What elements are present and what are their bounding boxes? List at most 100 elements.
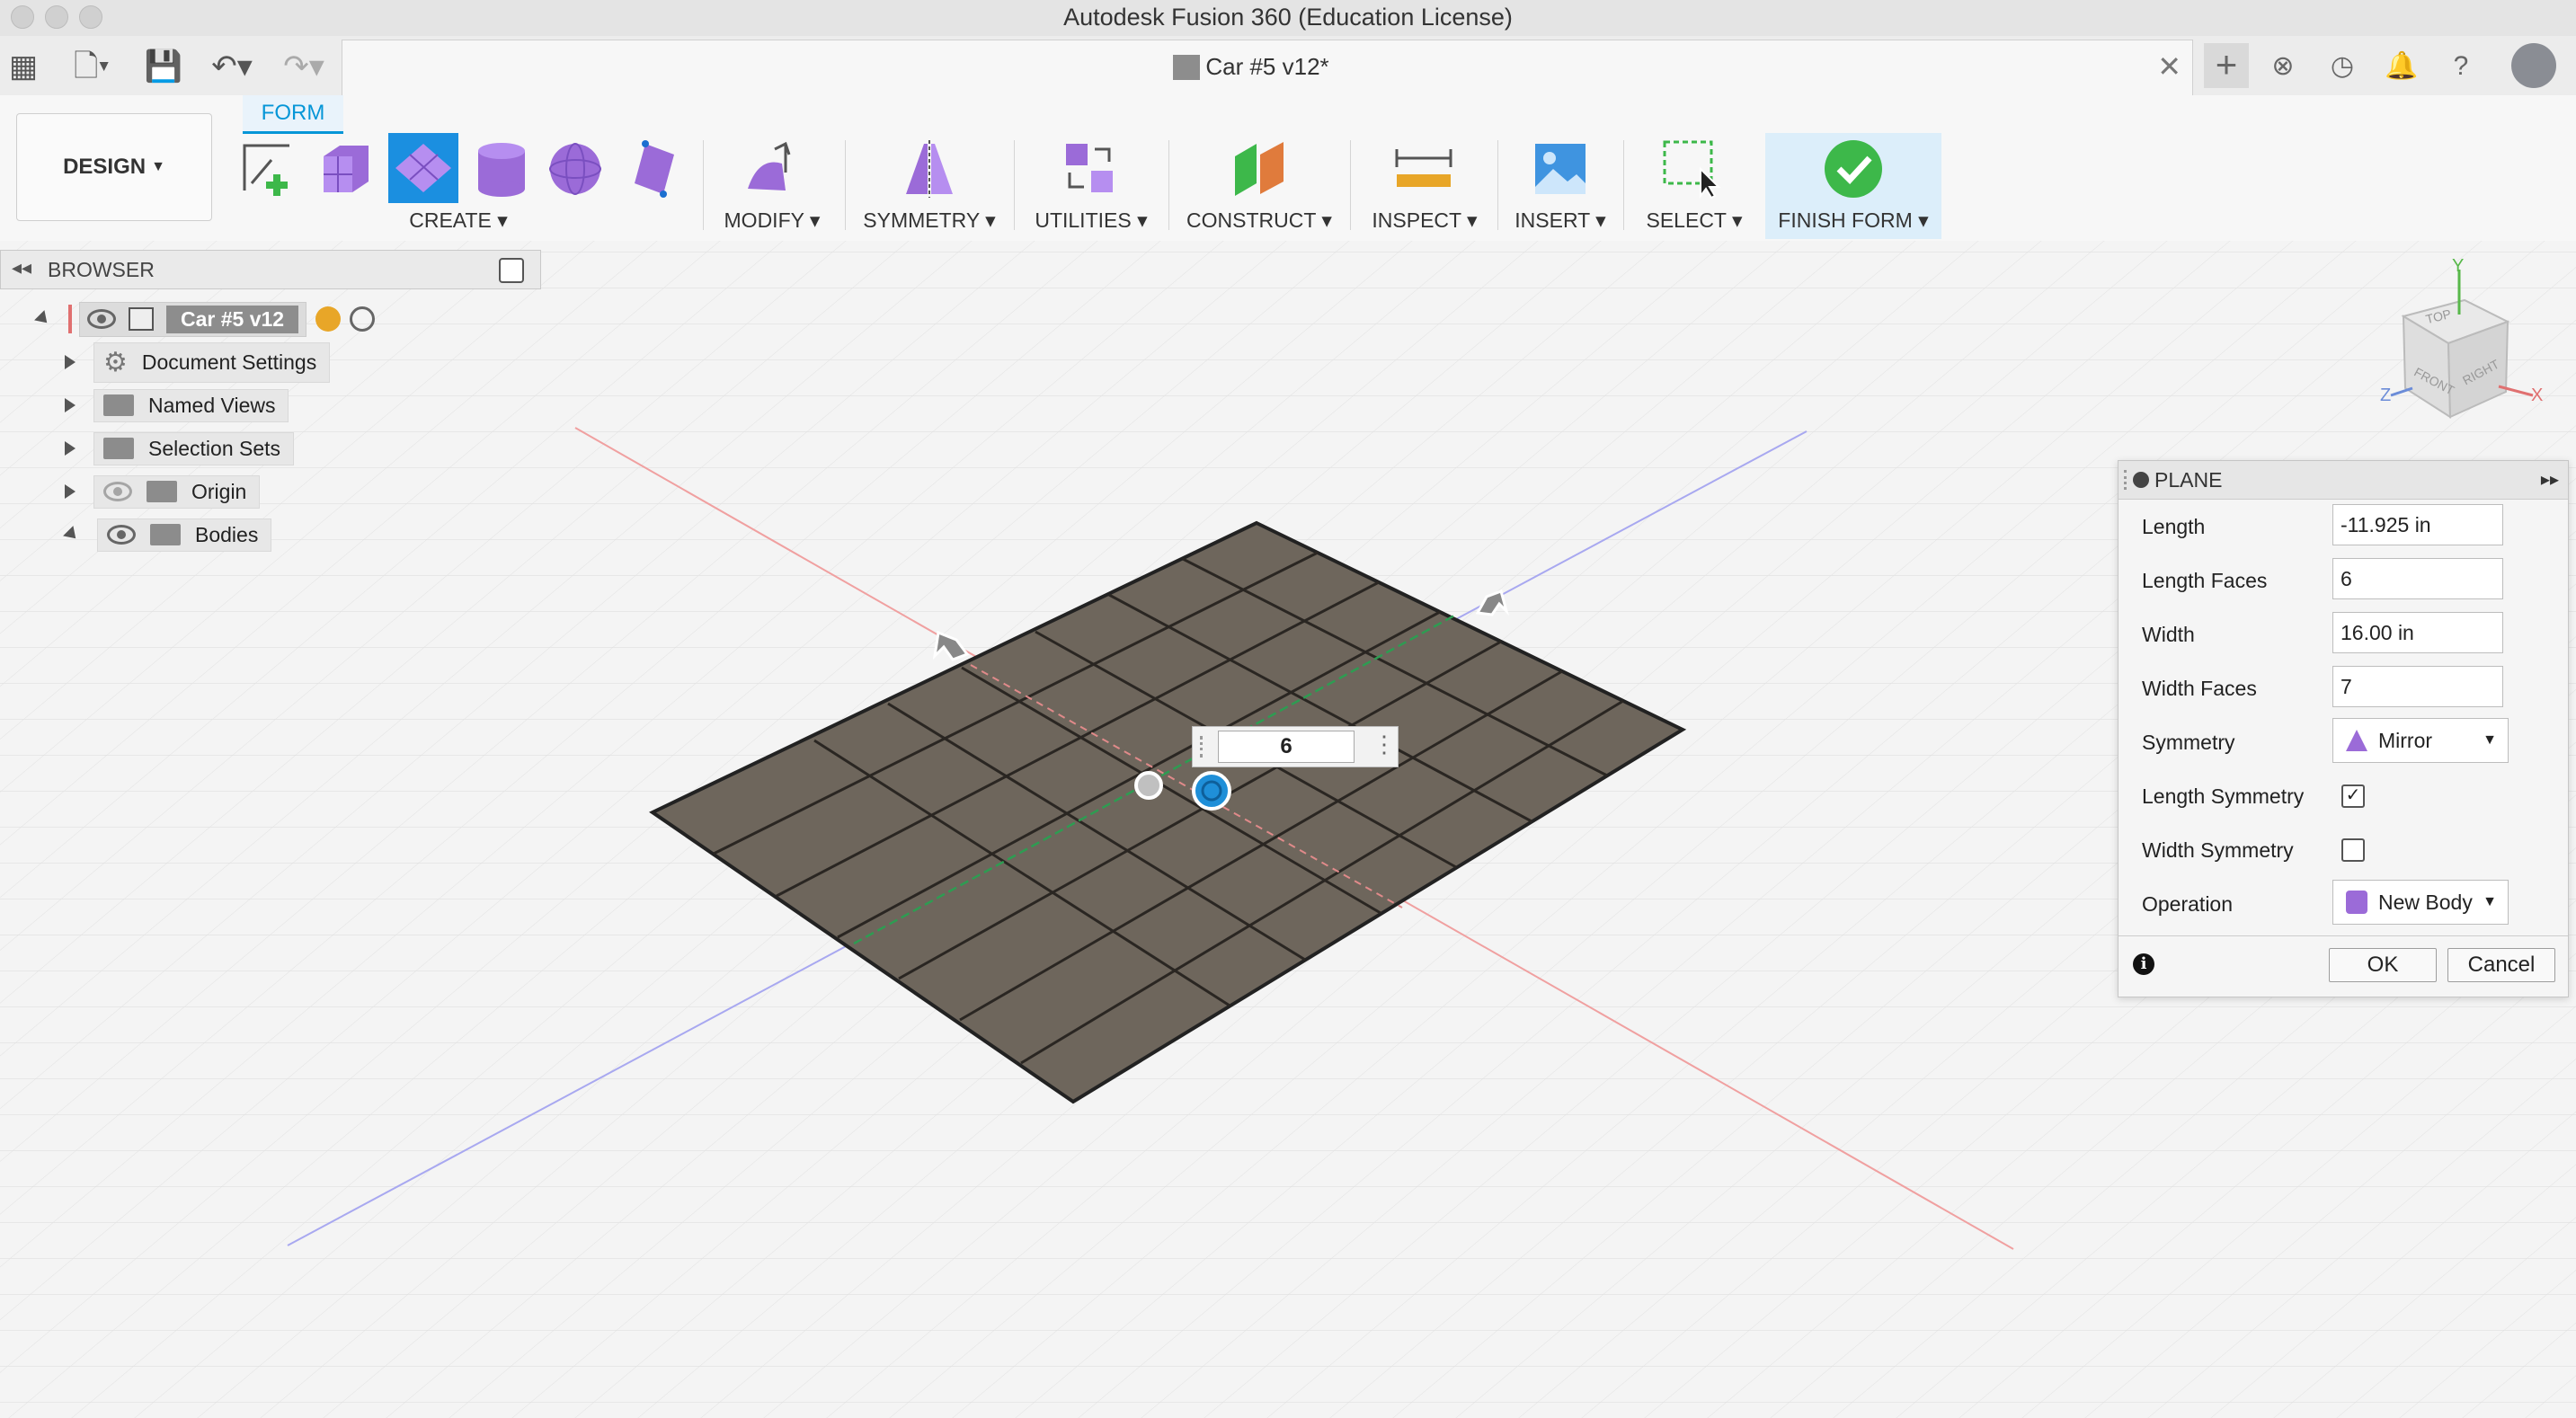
length-symmetry-checkbox[interactable]: ✓ bbox=[2341, 784, 2365, 808]
new-tab-button[interactable]: + bbox=[2204, 43, 2249, 88]
chevron-down-icon: ▼ bbox=[2483, 732, 2497, 748]
finish-form-icon[interactable] bbox=[1821, 137, 1886, 201]
browser-options-icon[interactable] bbox=[499, 258, 524, 283]
browser-root[interactable]: Car #5 v12 bbox=[34, 301, 376, 337]
document-tab-title: Car #5 v12* bbox=[1205, 53, 1329, 80]
expanded-arrow-icon[interactable] bbox=[63, 526, 81, 544]
browser-item-bodies[interactable]: Bodies bbox=[63, 518, 272, 552]
extensions-icon[interactable]: ⊗ bbox=[2263, 47, 2303, 86]
cancel-button[interactable]: Cancel bbox=[2447, 948, 2555, 982]
visibility-eye-icon[interactable] bbox=[107, 525, 136, 545]
browser-item-named-views[interactable]: Named Views bbox=[65, 388, 289, 422]
select-icon[interactable] bbox=[1659, 137, 1724, 201]
collapse-browser-icon[interactable]: ◂◂ bbox=[12, 256, 31, 279]
folder-icon bbox=[103, 394, 134, 416]
sphere-icon[interactable] bbox=[543, 137, 608, 201]
offset-plane-icon[interactable] bbox=[1228, 137, 1292, 201]
collapsed-arrow-icon[interactable] bbox=[65, 484, 76, 499]
face-count-input[interactable]: 6 bbox=[1218, 731, 1355, 763]
plane-dialog: PLANE ▸▸ Length -11.925 in Length Faces … bbox=[2118, 460, 2569, 997]
job-status-icon[interactable]: ◷ bbox=[2323, 47, 2362, 86]
user-avatar[interactable] bbox=[2511, 43, 2556, 88]
length-faces-input[interactable]: 6 bbox=[2332, 558, 2503, 599]
gear-icon: ⚙ bbox=[103, 347, 128, 377]
component-icon bbox=[129, 307, 154, 331]
edit-form-icon[interactable] bbox=[739, 137, 804, 201]
width-symmetry-label: Width Symmetry bbox=[2142, 838, 2294, 862]
width-symmetry-checkbox[interactable] bbox=[2341, 838, 2365, 862]
length-symmetry-label: Length Symmetry bbox=[2142, 784, 2305, 808]
construct-menu[interactable]: CONSTRUCT ▾ bbox=[1183, 208, 1336, 233]
browser-title: BROWSER bbox=[48, 258, 155, 281]
measure-icon[interactable] bbox=[1391, 137, 1456, 201]
save-icon[interactable]: 💾 bbox=[144, 47, 183, 86]
file-menu-icon[interactable]: 🗋▾ bbox=[65, 47, 119, 86]
operation-value: New Body bbox=[2378, 890, 2473, 914]
browser-item-label: Bodies bbox=[195, 522, 259, 546]
select-menu[interactable]: SELECT ▾ bbox=[1641, 208, 1747, 233]
ribbon-separator bbox=[1497, 140, 1498, 230]
insert-menu[interactable]: INSERT ▾ bbox=[1510, 208, 1611, 233]
document-tab[interactable]: Car #5 v12* ✕ bbox=[342, 40, 2193, 96]
expanded-arrow-icon[interactable] bbox=[34, 310, 52, 328]
help-icon[interactable]: ? bbox=[2441, 47, 2481, 86]
symmetry-select[interactable]: Mirror ▼ bbox=[2332, 718, 2509, 763]
expand-dialog-icon[interactable]: ▸▸ bbox=[2541, 468, 2559, 491]
collapsed-arrow-icon[interactable] bbox=[65, 398, 76, 412]
ribbon-separator bbox=[1623, 140, 1624, 230]
ribbon-separator bbox=[845, 140, 846, 230]
folder-icon bbox=[103, 438, 134, 459]
redo-icon[interactable]: ↷▾ bbox=[275, 47, 333, 86]
browser-item-selection-sets[interactable]: Selection Sets bbox=[65, 431, 295, 465]
browser-item-label: Selection Sets bbox=[148, 436, 281, 460]
close-tab-icon[interactable]: ✕ bbox=[2157, 49, 2181, 84]
insert-image-icon[interactable] bbox=[1528, 137, 1593, 201]
dialog-header[interactable]: PLANE ▸▸ bbox=[2119, 461, 2568, 500]
x-axis-label: X bbox=[2531, 386, 2543, 405]
operation-select[interactable]: New Body ▼ bbox=[2332, 880, 2509, 925]
browser-item-document-settings[interactable]: ⚙ Document Settings bbox=[65, 341, 331, 383]
utilities-menu[interactable]: UTILITIES ▾ bbox=[1030, 208, 1152, 233]
ok-button[interactable]: OK bbox=[2329, 948, 2437, 982]
drag-handle-icon[interactable] bbox=[1200, 736, 1212, 758]
visibility-eye-icon[interactable] bbox=[87, 309, 116, 329]
length-input[interactable]: -11.925 in bbox=[2332, 504, 2503, 545]
ribbon-separator bbox=[1014, 140, 1015, 230]
more-options-icon[interactable]: ⋮ bbox=[1372, 731, 1396, 758]
tab-form[interactable]: FORM bbox=[243, 95, 343, 134]
collapsed-arrow-icon[interactable] bbox=[65, 355, 76, 369]
active-component-icon bbox=[315, 306, 342, 332]
undo-icon[interactable]: ↶▾ bbox=[203, 47, 261, 86]
folder-icon bbox=[150, 524, 181, 545]
box-icon[interactable] bbox=[313, 137, 378, 201]
y-axis-label: Y bbox=[2452, 256, 2464, 276]
create-sketch-icon[interactable] bbox=[235, 137, 300, 201]
browser-header: ◂◂ BROWSER bbox=[0, 250, 541, 289]
notifications-icon[interactable]: 🔔 bbox=[2382, 47, 2421, 86]
workspace-switcher[interactable]: DESIGN ▼ bbox=[16, 113, 212, 221]
finish-form-menu[interactable]: FINISH FORM ▾ bbox=[1771, 208, 1936, 233]
modify-menu[interactable]: MODIFY ▾ bbox=[714, 208, 831, 233]
create-menu[interactable]: CREATE ▾ bbox=[378, 208, 539, 233]
folder-icon bbox=[147, 481, 177, 502]
apps-grid-icon[interactable]: ▦ bbox=[5, 47, 41, 86]
convert-icon[interactable] bbox=[1057, 137, 1122, 201]
drag-handle-icon[interactable] bbox=[2124, 470, 2130, 490]
hidden-eye-icon[interactable] bbox=[103, 482, 132, 501]
collapse-dialog-icon[interactable] bbox=[2133, 472, 2149, 488]
browser-item-origin[interactable]: Origin bbox=[65, 474, 261, 509]
face-icon[interactable] bbox=[622, 137, 687, 201]
width-faces-input[interactable]: 7 bbox=[2332, 666, 2503, 707]
cylinder-icon[interactable] bbox=[469, 137, 534, 201]
collapsed-arrow-icon[interactable] bbox=[65, 441, 76, 456]
inspect-menu[interactable]: INSPECT ▾ bbox=[1364, 208, 1485, 233]
symmetry-menu[interactable]: SYMMETRY ▾ bbox=[861, 208, 998, 233]
activate-radio-icon[interactable] bbox=[350, 306, 376, 332]
symmetry-label: Symmetry bbox=[2142, 731, 2235, 754]
info-icon[interactable]: i bbox=[2133, 953, 2154, 975]
plane-tool-active[interactable] bbox=[388, 133, 458, 203]
width-input[interactable]: 16.00 in bbox=[2332, 612, 2503, 653]
mirror-symmetry-icon[interactable] bbox=[897, 137, 962, 201]
window-title: Autodesk Fusion 360 (Education License) bbox=[1063, 4, 1513, 31]
title-bar: Autodesk Fusion 360 (Education License) bbox=[0, 0, 2576, 37]
